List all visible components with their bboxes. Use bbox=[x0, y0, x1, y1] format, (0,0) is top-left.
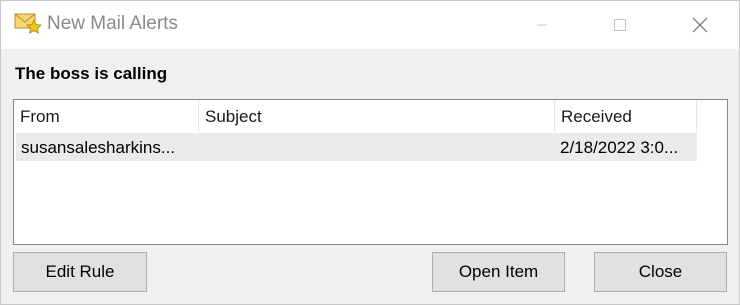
list-item-subject bbox=[205, 133, 555, 161]
mail-star-icon bbox=[14, 11, 44, 35]
window-close-button[interactable] bbox=[677, 1, 723, 49]
edit-rule-button[interactable]: Edit Rule bbox=[13, 252, 147, 292]
window-title: New Mail Alerts bbox=[47, 13, 178, 34]
column-header-received[interactable]: Received bbox=[555, 100, 697, 132]
list-item[interactable]: susansalesharkins... 2/18/2022 3:0... bbox=[16, 133, 697, 161]
minimize-icon bbox=[536, 19, 548, 31]
alerts-list[interactable]: From Subject Received susansalesharkins.… bbox=[13, 99, 728, 245]
column-header-subject[interactable]: Subject bbox=[199, 100, 555, 132]
list-item-received: 2/18/2022 3:0... bbox=[560, 138, 679, 157]
title-bar[interactable]: New Mail Alerts bbox=[1, 1, 739, 49]
maximize-button[interactable] bbox=[597, 1, 643, 49]
close-icon bbox=[692, 17, 708, 33]
open-item-button[interactable]: Open Item bbox=[432, 252, 565, 292]
maximize-icon bbox=[613, 18, 627, 32]
alert-heading: The boss is calling bbox=[15, 64, 168, 83]
new-mail-alerts-window: New Mail Alerts The boss is calling From… bbox=[0, 0, 740, 305]
list-item-from: susansalesharkins... bbox=[21, 138, 176, 157]
column-header-from[interactable]: From bbox=[14, 100, 199, 132]
close-button[interactable]: Close bbox=[594, 252, 727, 292]
minimize-button[interactable] bbox=[519, 1, 565, 49]
